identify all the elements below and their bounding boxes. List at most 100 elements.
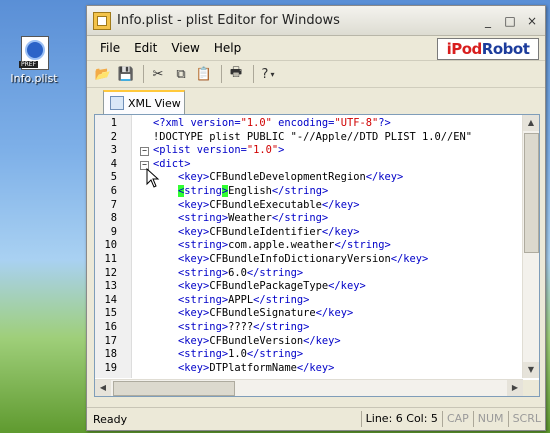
toolbar-separator [143, 65, 144, 83]
toolbar-separator [253, 65, 254, 83]
tab-xml-view[interactable]: XML View [103, 90, 185, 114]
editor-window: Info.plist - plist Editor for Windows _ … [86, 5, 546, 431]
vertical-scrollbar[interactable]: ▲ ▼ [522, 115, 539, 378]
line-number: 16 [104, 320, 117, 333]
horizontal-scrollbar[interactable]: ◀ ▶ [95, 379, 523, 396]
code-text: <plist version="1.0"> [153, 144, 285, 157]
code-text: <string>com.apple.weather</string> [178, 239, 391, 252]
code-text: <string>1.0</string> [178, 348, 304, 361]
code-line[interactable]: 3 − <plist version="1.0"> [95, 144, 523, 158]
code-line[interactable]: 16 <string>????</string> [95, 321, 523, 335]
maximize-button[interactable]: □ [501, 12, 519, 30]
code-line[interactable]: 7 <key>CFBundleExecutable</key> [95, 199, 523, 213]
close-button[interactable]: × [523, 12, 541, 30]
vertical-scroll-thumb[interactable] [524, 133, 539, 253]
code-line[interactable]: 2 !DOCTYPE plist PUBLIC "-//Apple//DTD PL… [95, 131, 523, 145]
code-text: <key>DTPlatformName</key> [178, 361, 335, 374]
code-text: !DOCTYPE plist PUBLIC "-//Apple//DTD PLI… [153, 130, 473, 143]
menu-view[interactable]: View [164, 41, 206, 55]
scroll-corner [523, 380, 539, 396]
line-number: 17 [104, 334, 117, 347]
code-text: <string>APPL</string> [178, 293, 310, 306]
code-line[interactable]: 12 <string>6.0</string> [95, 267, 523, 281]
code-line[interactable]: 17 <key>CFBundleVersion</key> [95, 335, 523, 349]
toolbar: 📂 💾 ✂ ⧉ 📋 🖶 ? ▾ [87, 61, 545, 88]
code-text: <string>English</string> [178, 184, 329, 197]
code-line[interactable]: 8 <string>Weather</string> [95, 212, 523, 226]
line-number: 4 [110, 157, 117, 170]
app-icon [93, 11, 111, 30]
code-text: <key>CFBundleIdentifier</key> [178, 225, 360, 238]
scroll-left-icon[interactable]: ◀ [95, 380, 111, 396]
code-text: <string>6.0</string> [178, 266, 304, 279]
code-line[interactable]: 10 <string>com.apple.weather</string> [95, 239, 523, 253]
line-number: 12 [104, 266, 117, 279]
tab-row: XML View [87, 88, 545, 114]
help-icon[interactable]: ? ▾ [258, 64, 278, 84]
code-line[interactable]: 15 <key>CFBundleSignature</key> [95, 307, 523, 321]
code-line[interactable]: 14 <string>APPL</string> [95, 294, 523, 308]
xml-view-icon [110, 96, 124, 110]
code-text: <key>CFBundleDevelopmentRegion</key> [178, 171, 404, 184]
paste-icon[interactable]: 📋 [194, 64, 214, 84]
code-line[interactable]: 1 <?xml version="1.0" encoding="UTF-8"?> [95, 117, 523, 131]
code-text: <key>CFBundleSignature</key> [178, 307, 354, 320]
cut-icon[interactable]: ✂ [148, 64, 168, 84]
menu-bar: File Edit View Help iPodRobot [87, 36, 545, 61]
line-number: 11 [104, 252, 117, 265]
mouse-cursor-icon [146, 168, 160, 188]
scrl-indicator: SCRL [507, 411, 545, 427]
code-line[interactable]: 19 <key>DTPlatformName</key> [95, 362, 523, 376]
status-ready: Ready [93, 412, 128, 426]
code-text: <key>CFBundlePackageType</key> [178, 280, 366, 293]
open-icon[interactable]: 📂 [93, 64, 113, 84]
horizontal-scroll-thumb[interactable] [113, 381, 235, 396]
title-bar[interactable]: Info.plist - plist Editor for Windows _ … [87, 6, 545, 36]
menu-help[interactable]: Help [207, 41, 248, 55]
window-title: Info.plist - plist Editor for Windows [117, 13, 340, 28]
file-tag: PREF [19, 61, 39, 68]
line-number: 19 [104, 361, 117, 374]
line-number: 7 [110, 198, 117, 211]
line-number: 10 [104, 239, 117, 252]
desktop-icon-label: Info.plist [10, 72, 58, 85]
line-number: 15 [104, 307, 117, 320]
status-bar: Ready Line: 6 Col: 5 CAP NUM SCRL [87, 407, 545, 430]
line-number: 3 [110, 144, 117, 157]
cursor-position: Line: 6 Col: 5 [360, 411, 442, 427]
xml-editor[interactable]: 1 <?xml version="1.0" encoding="UTF-8"?> 2… [94, 114, 540, 397]
scroll-up-icon[interactable]: ▲ [523, 115, 539, 131]
code-lines: 1 <?xml version="1.0" encoding="UTF-8"?> 2… [95, 117, 523, 375]
scroll-down-icon[interactable]: ▼ [523, 362, 539, 378]
plist-file-icon: PREF [19, 36, 49, 70]
line-number: 1 [110, 117, 117, 129]
minimize-button[interactable]: _ [479, 12, 497, 30]
print-icon[interactable]: 🖶 [226, 64, 246, 84]
code-text: <key>CFBundleExecutable</key> [178, 198, 360, 211]
save-icon[interactable]: 💾 [116, 64, 136, 84]
scroll-right-icon[interactable]: ▶ [507, 380, 523, 396]
code-line[interactable]: 18 <string>1.0</string> [95, 348, 523, 362]
line-number: 6 [110, 184, 117, 197]
code-text: <key>CFBundleVersion</key> [178, 334, 341, 347]
toolbar-separator [221, 65, 222, 83]
line-number: 5 [110, 171, 117, 184]
tab-label: XML View [128, 96, 181, 110]
fold-toggle-icon[interactable]: − [140, 147, 149, 157]
line-number: 14 [104, 293, 117, 306]
code-line[interactable]: 13 <key>CFBundlePackageType</key> [95, 280, 523, 294]
num-indicator: NUM [472, 411, 508, 427]
copy-icon[interactable]: ⧉ [171, 64, 191, 84]
code-text: <string>????</string> [178, 320, 310, 333]
code-text: <string>Weather</string> [178, 212, 329, 225]
code-line[interactable]: 9 <key>CFBundleIdentifier</key> [95, 226, 523, 240]
code-line[interactable]: 11 <key>CFBundleInfoDictionaryVersion</k… [95, 253, 523, 267]
line-number: 8 [110, 212, 117, 225]
desktop-icon-info-plist[interactable]: PREF Info.plist [8, 36, 60, 85]
ipodrobot-logo: iPodRobot [437, 38, 539, 60]
menu-edit[interactable]: Edit [127, 41, 164, 55]
menu-file[interactable]: File [93, 41, 127, 55]
line-number: 9 [110, 225, 117, 238]
line-number: 2 [110, 130, 117, 143]
line-number: 18 [104, 348, 117, 361]
